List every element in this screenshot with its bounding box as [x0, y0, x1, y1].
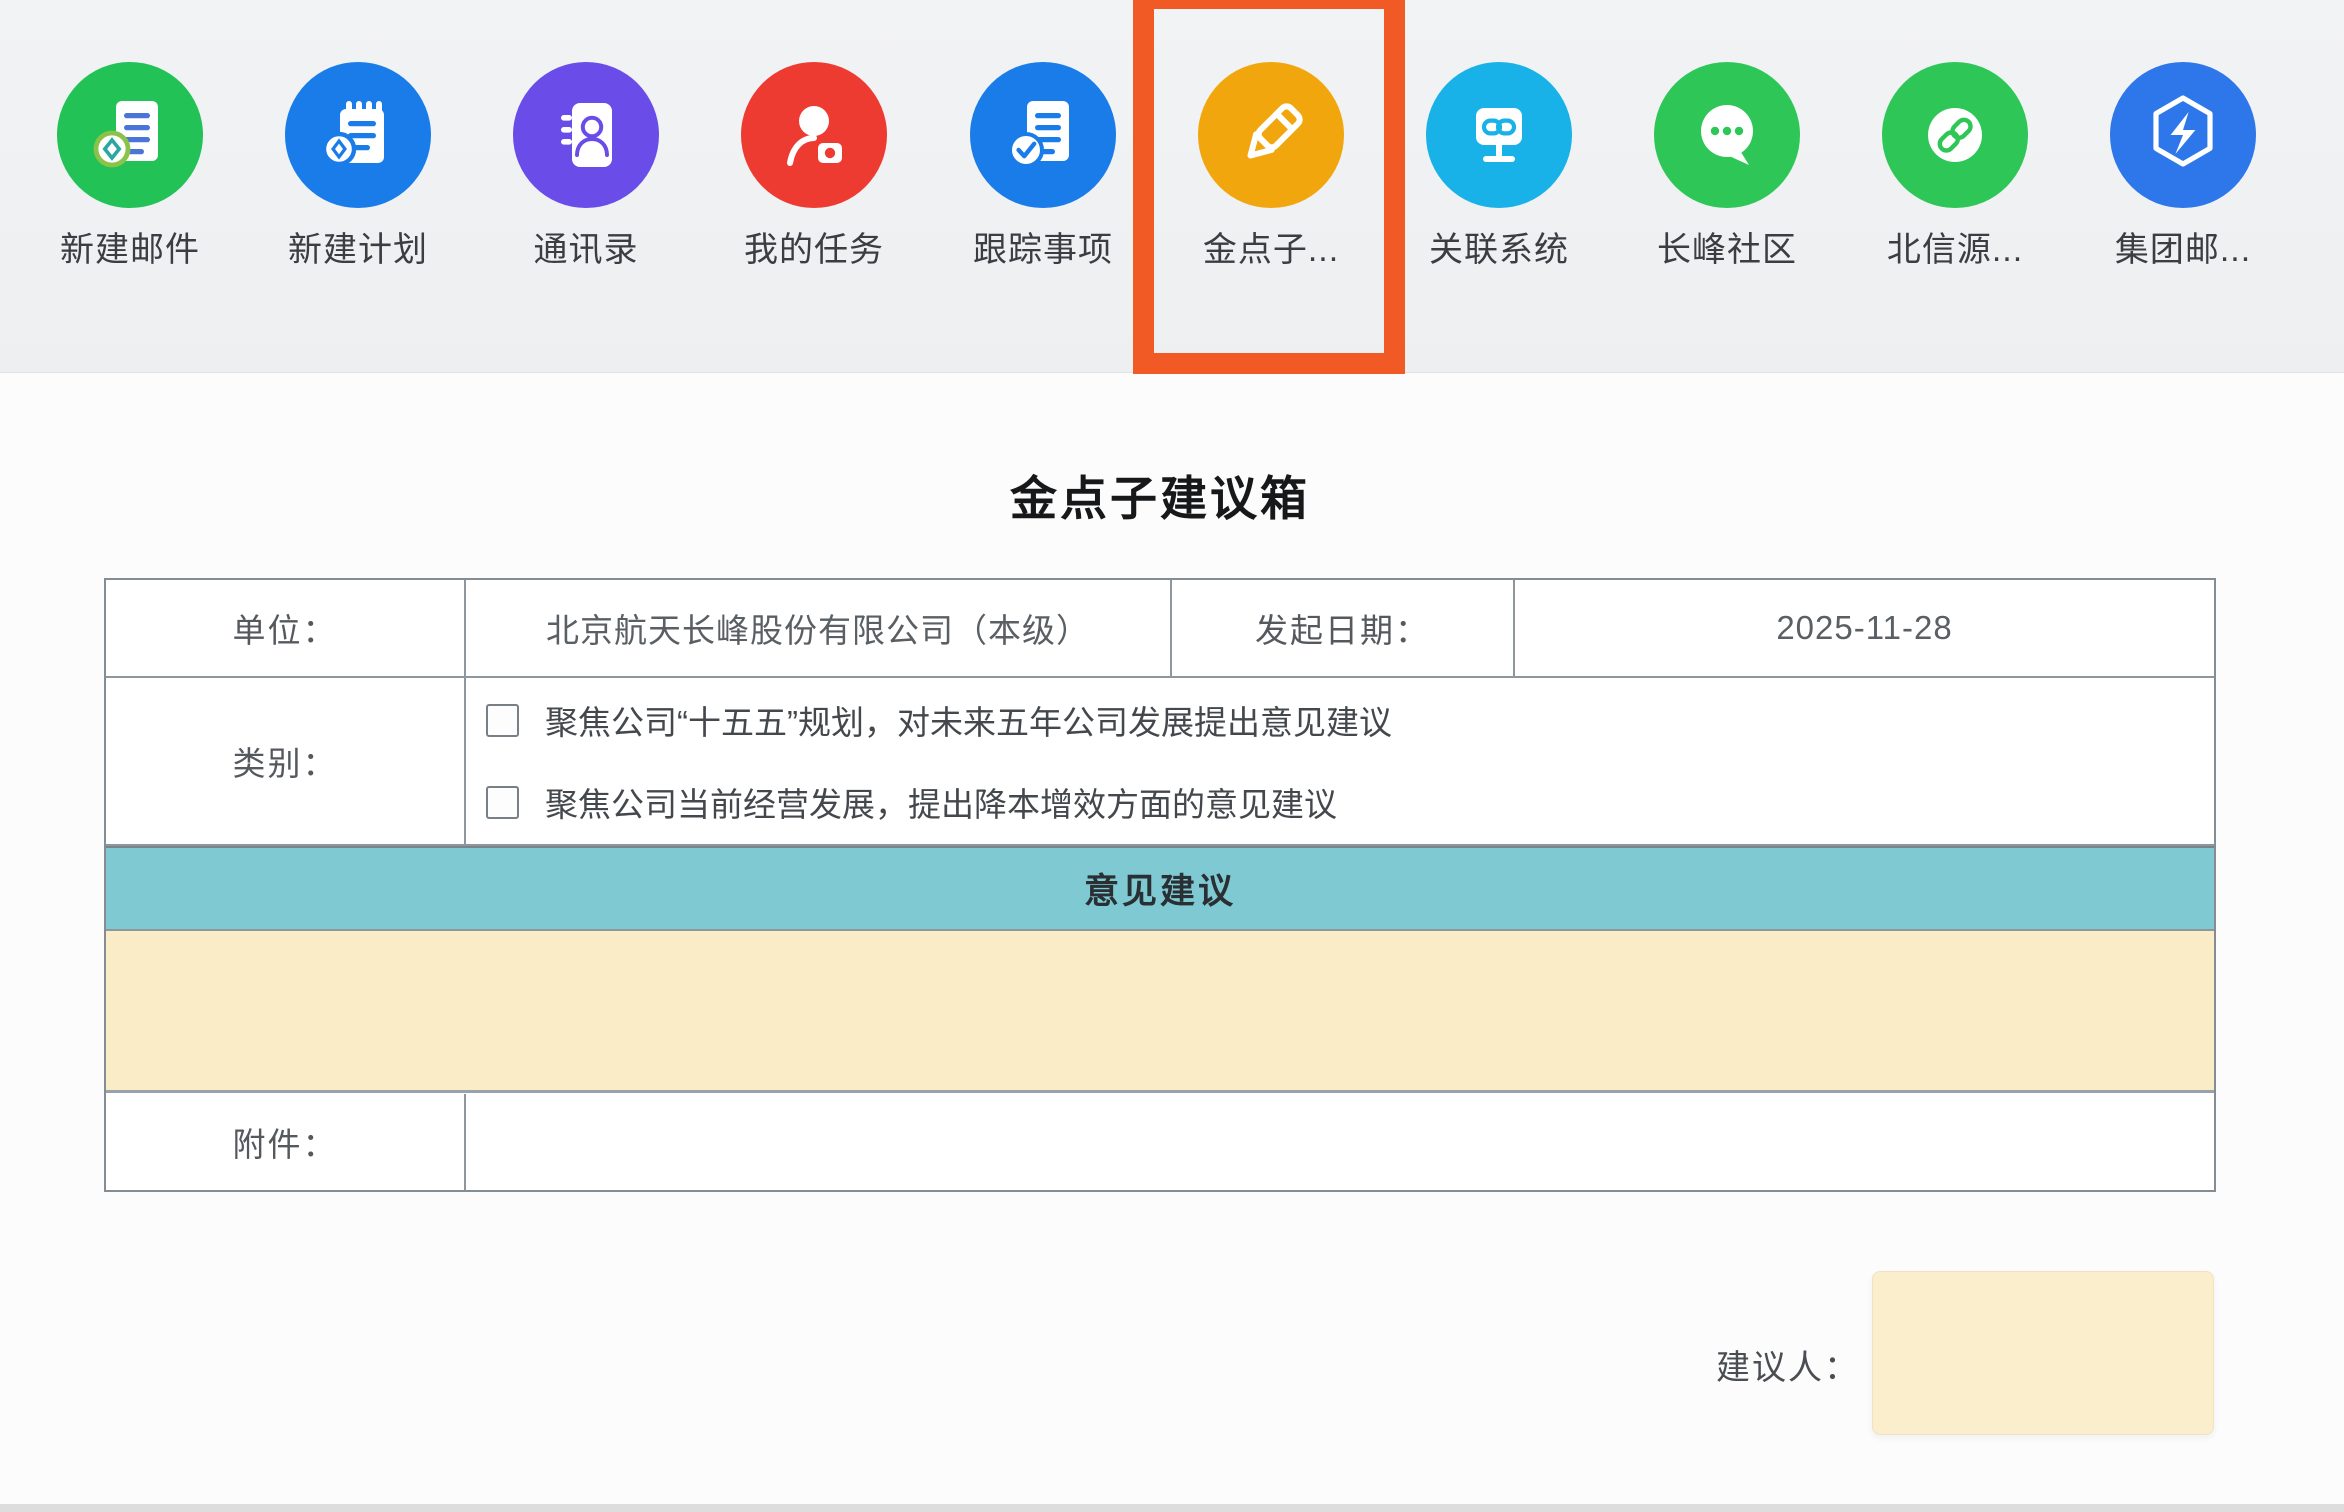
category-option-1: 聚焦公司“十五五”规划，对未来五年公司发展提出意见建议 [486, 700, 1392, 740]
start-date-label: 发起日期： [1172, 580, 1515, 678]
dock-item-label: 跟踪事项 [933, 228, 1153, 272]
golden-idea-pencil-icon [1198, 62, 1344, 208]
dock-item-my-tasks[interactable]: 我的任务 [704, 0, 924, 372]
category-option-text: 聚焦公司“十五五”规划，对未来五年公司发展提出意见建议 [545, 696, 1392, 744]
dock-item-label: 新建邮件 [20, 228, 240, 272]
dock-item-label: 集团邮... [2073, 228, 2293, 272]
dock-item-contacts[interactable]: 通讯录 [476, 0, 696, 372]
category-option-text: 聚焦公司当前经营发展，提出降本增效方面的意见建议 [545, 778, 1337, 826]
dock-item-tracking-items[interactable]: 跟踪事项 [933, 0, 1153, 372]
dock-item-label: 关联系统 [1389, 228, 1609, 272]
unit-value: 北京航天长峰股份有限公司（本级） [466, 580, 1172, 678]
start-date-value: 2025-11-28 [1515, 580, 2214, 678]
dock-item-label: 金点子... [1161, 228, 1381, 272]
dock-item-beixinyuan[interactable]: 北信源... [1845, 0, 2065, 372]
dock-item-label: 通讯录 [476, 228, 696, 272]
suggestion-section-header: 意见建议 [106, 846, 2214, 931]
dock-item-group-mail[interactable]: 集团邮... [2073, 0, 2293, 372]
my-tasks-icon [741, 62, 887, 208]
dock-item-linked-systems[interactable]: 关联系统 [1389, 0, 1609, 372]
group-mail-bolt-icon [2110, 62, 2256, 208]
linked-systems-icon [1426, 62, 1572, 208]
category-checkbox-1[interactable] [486, 704, 519, 737]
dock-item-new-plan[interactable]: 新建计划 [248, 0, 468, 372]
category-label: 类别： [106, 678, 466, 846]
app-dock: 新建邮件 新建计划 [0, 0, 2344, 373]
unit-label: 单位： [106, 580, 466, 678]
golden-idea-suggestion-page: 新建邮件 新建计划 [0, 0, 2344, 1512]
new-plan-icon [285, 62, 431, 208]
category-option-2: 聚焦公司当前经营发展，提出降本增效方面的意见建议 [486, 782, 1337, 822]
attachment-field[interactable] [468, 1096, 2216, 1188]
dock-item-label: 新建计划 [248, 228, 468, 272]
community-chat-icon [1654, 62, 1800, 208]
new-mail-icon [57, 62, 203, 208]
dock-item-new-mail[interactable]: 新建邮件 [20, 0, 240, 372]
suggestion-textarea[interactable] [106, 931, 2214, 1093]
beixinyuan-link-icon [1882, 62, 2028, 208]
dock-item-community[interactable]: 长峰社区 [1617, 0, 1837, 372]
category-checkbox-2[interactable] [486, 786, 519, 819]
contacts-icon [513, 62, 659, 208]
page-title: 金点子建议箱 [104, 460, 2216, 526]
dock-item-label: 北信源... [1845, 228, 2065, 272]
attachment-label: 附件： [106, 1094, 466, 1190]
suggestion-form-table: 单位： 北京航天长峰股份有限公司（本级） 发起日期： 2025-11-28 类别… [104, 578, 2216, 1192]
window-bottom-edge [0, 1504, 2344, 1512]
dock-item-golden-idea[interactable]: 金点子... [1161, 0, 1381, 372]
proposer-label: 建议人： [1650, 1340, 1860, 1389]
tracking-items-icon [970, 62, 1116, 208]
dock-item-label: 长峰社区 [1617, 228, 1837, 272]
proposer-input[interactable] [1872, 1271, 2214, 1435]
dock-item-label: 我的任务 [704, 228, 924, 272]
